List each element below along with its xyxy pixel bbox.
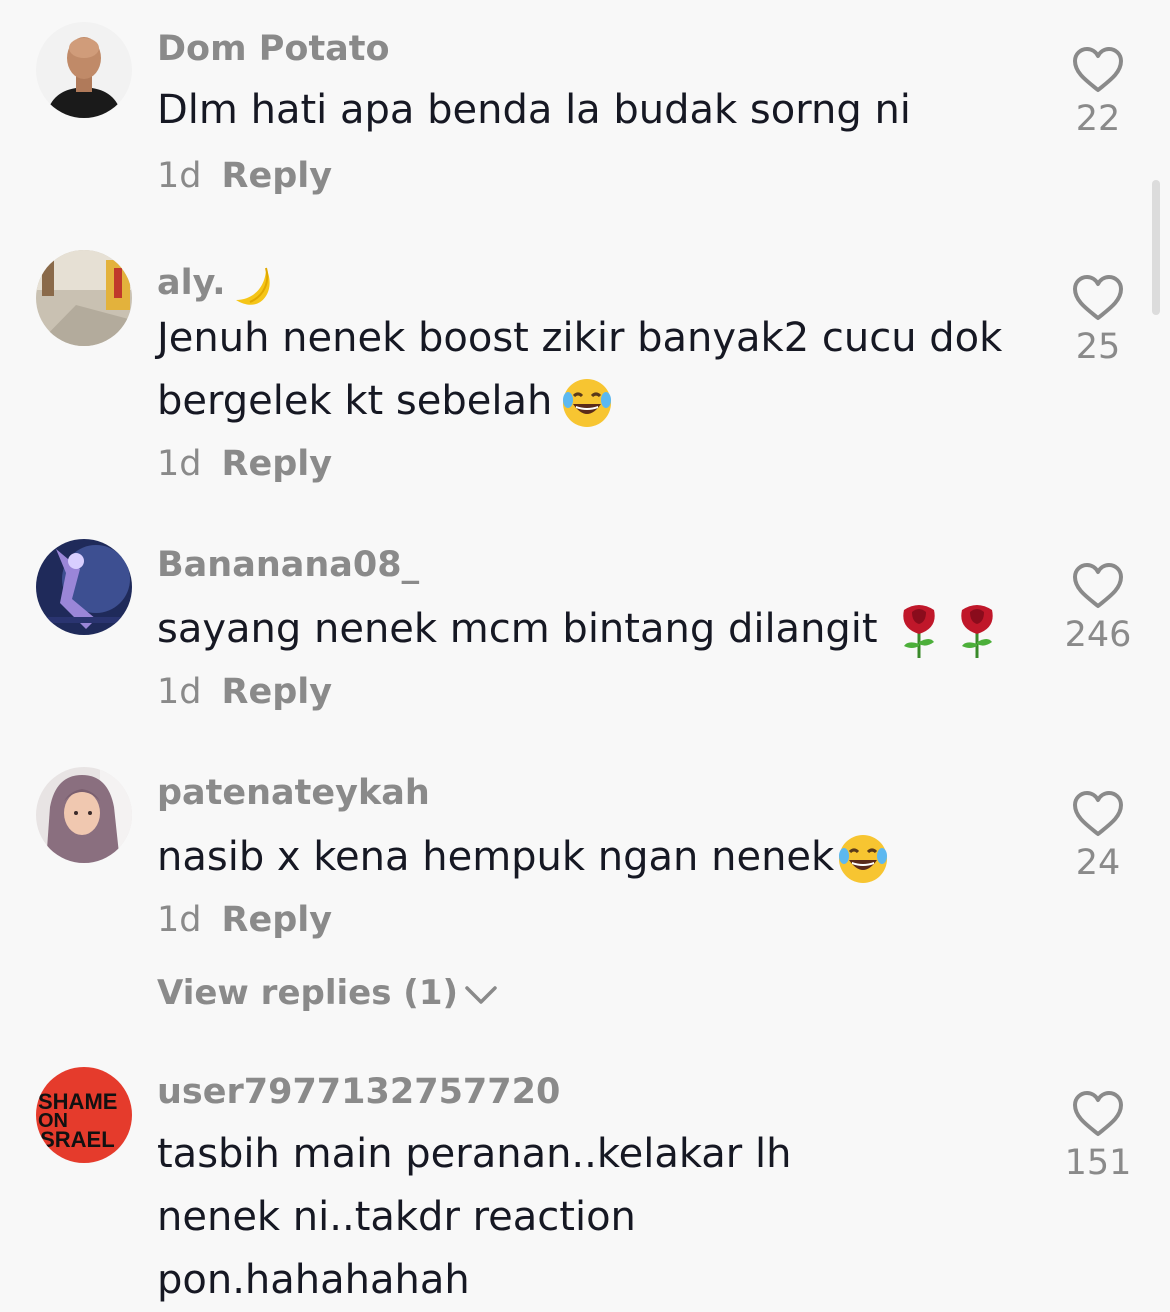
reply-button[interactable]: Reply: [222, 444, 333, 484]
avatar[interactable]: [36, 22, 132, 118]
like-count: 25: [1075, 327, 1121, 367]
comment-meta: 1d Reply: [157, 675, 332, 710]
reply-button[interactable]: Reply: [222, 672, 333, 712]
laughing-tears-emoji: [563, 379, 612, 427]
heart-outline-icon: [1073, 275, 1123, 320]
view-replies-label: View replies (1): [157, 973, 459, 1013]
comment-text: tasbih main peranan..kelakar lh nenek ni…: [157, 1123, 917, 1312]
rose-emoji: [902, 605, 935, 658]
comment-timestamp: 1d: [157, 672, 202, 712]
avatar[interactable]: [36, 250, 132, 346]
avatar[interactable]: [36, 767, 132, 863]
comment-meta: 1d Reply: [157, 159, 332, 194]
comment-timestamp: 1d: [157, 156, 202, 196]
like-button[interactable]: 246: [1060, 562, 1136, 653]
rose-emoji: [960, 605, 993, 658]
comment-timestamp: 1d: [157, 444, 202, 484]
like-count: 246: [1064, 615, 1132, 655]
reply-button[interactable]: Reply: [222, 156, 333, 196]
comment-text-content: nasib x kena hempuk ngan nenek: [157, 834, 835, 880]
comment-username[interactable]: patenateykah: [157, 776, 430, 811]
avatar[interactable]: SHAME ON ISRAEL: [36, 1067, 132, 1163]
reply-button[interactable]: Reply: [222, 900, 333, 940]
comment-timestamp: 1d: [157, 900, 202, 940]
comment-username[interactable]: Dom Potato: [157, 32, 390, 67]
comment-username[interactable]: Bananana08_: [157, 548, 419, 583]
comment-text-content: sayang nenek mcm bintang dilangit: [157, 606, 878, 652]
comment-text: Dlm hati apa benda la budak sorng ni: [157, 79, 1027, 142]
like-button[interactable]: 22: [1060, 46, 1136, 137]
comment-text-content: tasbih main peranan..kelakar lh nenek ni…: [157, 1131, 792, 1303]
comment-text: nasib x kena hempuk ngan nenek: [157, 826, 1027, 889]
comment-text: sayang nenek mcm bintang dilangit: [157, 598, 1027, 661]
view-replies-button[interactable]: View replies (1): [157, 976, 498, 1010]
heart-outline-icon: [1073, 791, 1123, 836]
like-button[interactable]: 151: [1060, 1090, 1136, 1181]
heart-outline-icon: [1073, 1091, 1123, 1136]
comment-meta: 1d Reply: [157, 447, 332, 482]
comment-text-content: Dlm hati apa benda la budak sorng ni: [157, 87, 911, 133]
heart-outline-icon: [1073, 47, 1123, 92]
laughing-tears-emoji: [839, 835, 888, 883]
comment-username[interactable]: aly.: [157, 260, 274, 306]
scrollbar[interactable]: [1152, 180, 1160, 315]
comment-text: Jenuh nenek boost zikir banyak2 cucu dok…: [157, 307, 1027, 433]
avatar-text: ISRAEL: [36, 1127, 115, 1152]
heart-outline-icon: [1073, 563, 1123, 608]
like-count: 22: [1075, 99, 1121, 139]
comment-username-text: aly.: [157, 263, 226, 303]
like-button[interactable]: 24: [1060, 790, 1136, 881]
like-count: 24: [1075, 843, 1121, 883]
comment-username[interactable]: user7977132757720: [157, 1075, 560, 1110]
crescent-moon-emoji: [235, 267, 270, 305]
like-count: 151: [1064, 1143, 1132, 1183]
comment-meta: 1d Reply: [157, 903, 332, 938]
avatar[interactable]: [36, 539, 132, 635]
chevron-down-icon: [465, 985, 497, 1004]
like-button[interactable]: 25: [1060, 274, 1136, 365]
